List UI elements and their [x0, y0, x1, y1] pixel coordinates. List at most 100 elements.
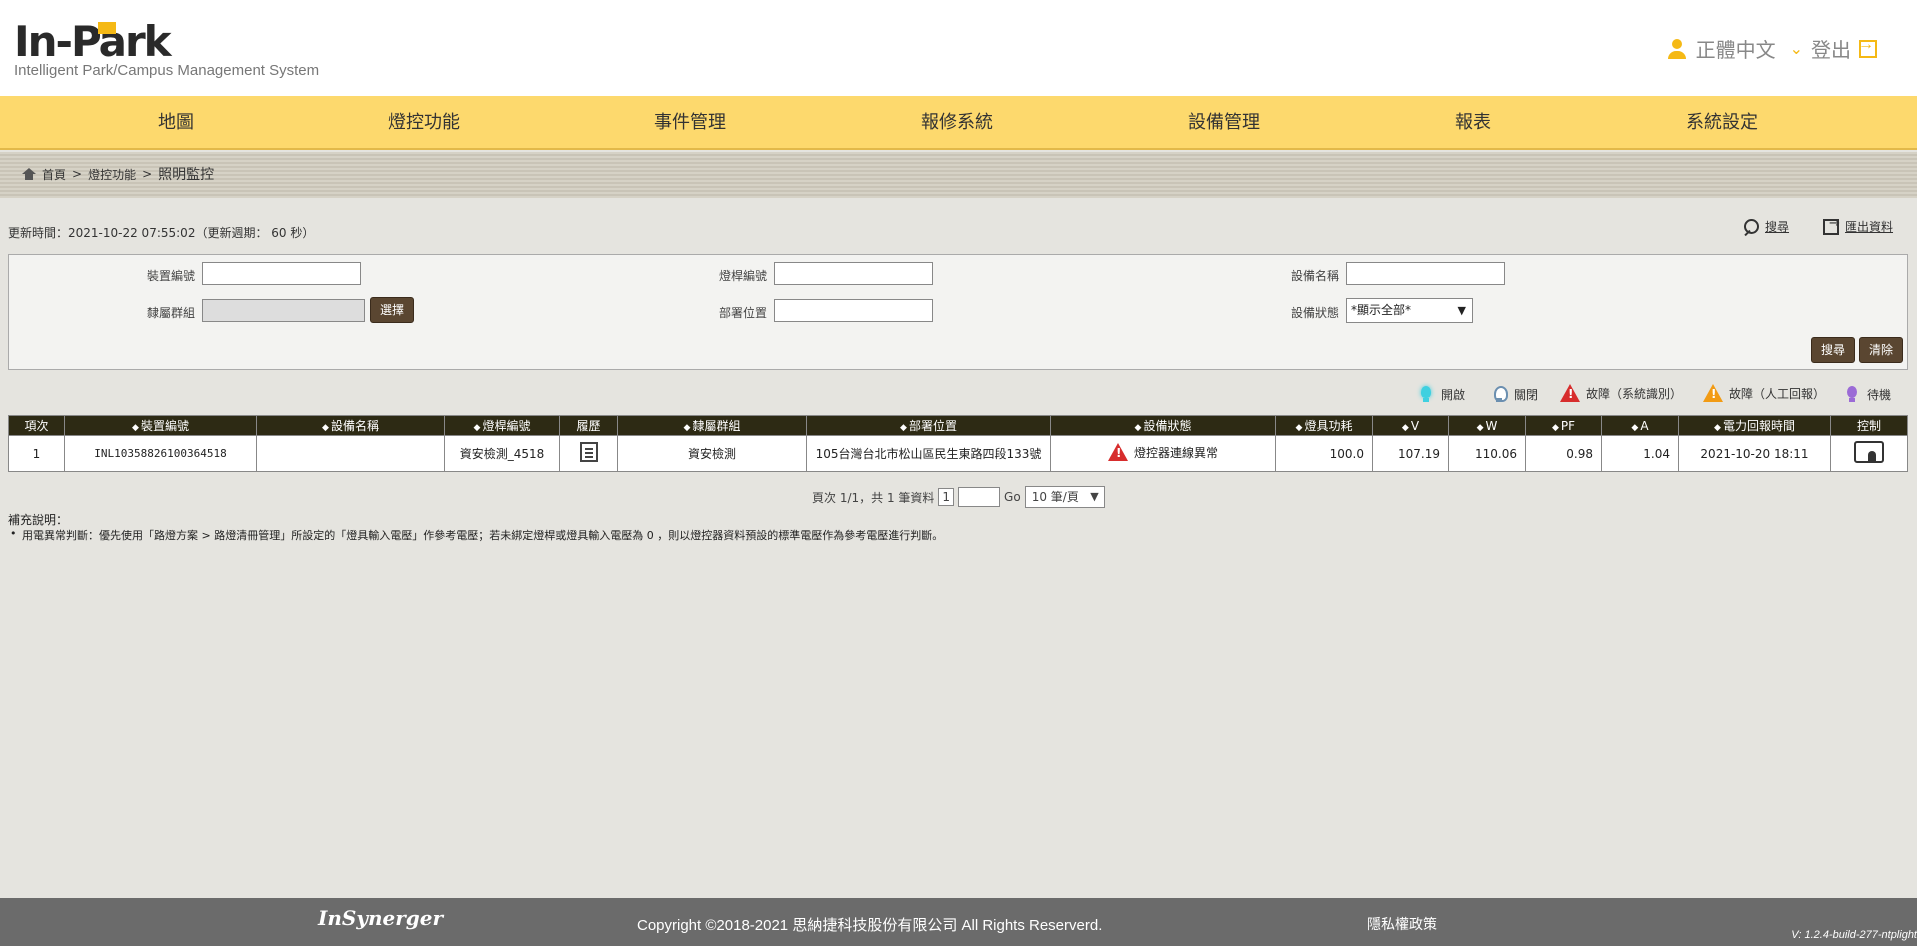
- cell-v: 107.19: [1372, 435, 1449, 472]
- col-v[interactable]: ◆ V: [1372, 415, 1449, 436]
- col-device-name[interactable]: ◆ 設備名稱: [256, 415, 445, 436]
- warning-orange-icon: [1703, 384, 1723, 402]
- select-group-button[interactable]: 選擇: [370, 297, 414, 323]
- chevron-down-icon: ▼: [1457, 304, 1466, 317]
- page-size-select[interactable]: 10 筆/頁 ▼: [1024, 486, 1105, 508]
- col-history: 履歷: [559, 415, 618, 436]
- nav-item-repair[interactable]: 報修系統: [921, 96, 993, 150]
- breadcrumb-separator: >: [142, 167, 153, 181]
- warning-red-icon: [1107, 443, 1128, 461]
- bulb-off-icon: [1490, 384, 1508, 404]
- export-link-label[interactable]: 匯出資料: [1845, 218, 1893, 235]
- page-size-value: 10 筆/頁: [1031, 490, 1079, 504]
- nav-item-devices[interactable]: 設備管理: [1188, 96, 1260, 150]
- document-icon[interactable]: [579, 442, 598, 462]
- legend-fault-manual-label: 故障（人工回報）: [1729, 386, 1826, 401]
- warning-red-icon: [1560, 384, 1580, 402]
- cell-control[interactable]: [1830, 435, 1908, 472]
- search-link-label[interactable]: 搜尋: [1765, 218, 1789, 235]
- logout-link[interactable]: 登出: [1811, 34, 1851, 63]
- language-selector[interactable]: 正體中文: [1696, 34, 1776, 63]
- cell-location: 105台灣台北市松山區民生東路四段133號: [806, 435, 1051, 472]
- legend-fault-system-label: 故障（系統識別）: [1586, 386, 1683, 401]
- search-link[interactable]: 搜尋: [1743, 218, 1789, 235]
- device-name-label: 設備名稱: [1290, 269, 1339, 283]
- cell-device-no: INL10358826100364518: [64, 435, 257, 472]
- chevron-down-icon[interactable]: ⌄: [1790, 39, 1803, 59]
- legend-fault-system: 故障（系統識別）: [1560, 384, 1682, 402]
- pager: 頁次 1/1，共 1 筆資料 1 Go 10 筆/頁 ▼: [812, 486, 1105, 508]
- device-table: 項次 ◆ 裝置編號 ◆ 設備名稱 ◆ 燈桿編號 履歷 ◆ 隸屬群組 ◆ 部署位置 ◆ 設備狀…: [8, 415, 1908, 472]
- nav-item-events[interactable]: 事件管理: [654, 96, 726, 150]
- cell-status: 燈控器連線異常: [1050, 435, 1276, 472]
- nav-item-reports[interactable]: 報表: [1455, 96, 1491, 150]
- table-row: 1 INL10358826100364518 資安檢測_4518 資安檢測 10…: [8, 435, 1908, 472]
- cell-a: 1.04: [1601, 435, 1679, 472]
- breadcrumb-current: 照明監控: [158, 167, 215, 183]
- col-device-no[interactable]: ◆ 裝置編號: [64, 415, 257, 436]
- logo-main: In-Park: [14, 17, 172, 66]
- header: In-Park Intelligent Park/Campus Manageme…: [0, 0, 1917, 96]
- search-button[interactable]: 搜尋: [1811, 337, 1855, 363]
- breadcrumb-separator: >: [72, 167, 83, 181]
- nav-item-map[interactable]: 地圖: [158, 96, 194, 150]
- pole-no-input[interactable]: [774, 262, 933, 285]
- location-input[interactable]: [774, 299, 933, 322]
- pager-goto-input[interactable]: [958, 487, 1001, 507]
- col-control: 控制: [1830, 415, 1908, 436]
- pager-summary: 頁次 1/1，共 1 筆資料: [812, 490, 935, 505]
- pager-current-page[interactable]: 1: [938, 488, 955, 506]
- user-area: 正體中文 ⌄ 登出: [1666, 34, 1877, 63]
- app-logo[interactable]: In-Park Intelligent Park/Campus Manageme…: [14, 17, 319, 80]
- privacy-policy-link[interactable]: 隱私權政策: [1367, 914, 1437, 934]
- col-status[interactable]: ◆ 設備狀態: [1050, 415, 1276, 436]
- col-report-time[interactable]: ◆ 電力回報時間: [1678, 415, 1831, 436]
- control-touch-icon[interactable]: [1854, 441, 1884, 463]
- col-pole-no[interactable]: ◆ 燈桿編號: [444, 415, 560, 436]
- legend-standby: 待機: [1843, 384, 1891, 404]
- breadcrumb-level1[interactable]: 燈控功能: [88, 166, 136, 183]
- version-label: V: 1.2.4-build-277-ntplight: [1791, 929, 1917, 941]
- col-location[interactable]: ◆ 部署位置: [806, 415, 1051, 436]
- col-group[interactable]: ◆ 隸屬群組: [617, 415, 807, 436]
- status-label: 設備狀態: [1290, 306, 1339, 320]
- group-label: 隸屬群組: [146, 306, 195, 320]
- col-w[interactable]: ◆ W: [1448, 415, 1526, 436]
- export-link[interactable]: 匯出資料: [1823, 216, 1893, 235]
- device-no-input[interactable]: [202, 262, 361, 285]
- logout-icon[interactable]: [1858, 36, 1877, 58]
- status-select[interactable]: *顯示全部* ▼: [1346, 298, 1473, 323]
- group-input: [202, 299, 365, 322]
- export-icon[interactable]: [1823, 216, 1840, 235]
- col-pf[interactable]: ◆ PF: [1525, 415, 1602, 436]
- nav-item-settings[interactable]: 系統設定: [1686, 96, 1758, 150]
- footer-copyright: Copyright ©2018-2021 思納捷科技股份有限公司 All Rig…: [637, 917, 1103, 934]
- clear-button[interactable]: 清除: [1859, 337, 1903, 363]
- legend-standby-label: 待機: [1867, 387, 1892, 402]
- status-text: 燈控器連線異常: [1133, 445, 1218, 460]
- cell-history[interactable]: [559, 435, 618, 472]
- device-name-input[interactable]: [1346, 262, 1505, 285]
- cell-group: 資安檢測: [617, 435, 807, 472]
- col-power[interactable]: ◆ 燈具功耗: [1275, 415, 1373, 436]
- cell-index: 1: [8, 435, 65, 472]
- device-no-label: 裝置編號: [146, 269, 195, 283]
- logo-accent-shape: [98, 22, 116, 34]
- cell-power: 100.0: [1275, 435, 1373, 472]
- legend-off-label: 關閉: [1514, 387, 1539, 402]
- user-icon[interactable]: [1666, 38, 1688, 60]
- table-header-row: 項次 ◆ 裝置編號 ◆ 設備名稱 ◆ 燈桿編號 履歷 ◆ 隸屬群組 ◆ 部署位置 ◆ 設備狀…: [8, 415, 1908, 436]
- nav-item-lighting[interactable]: 燈控功能: [388, 96, 460, 150]
- search-panel: 裝置編號 燈桿編號 設備名稱 隸屬群組 選擇 部署位置 設備狀態 *顯示全部* …: [8, 254, 1908, 370]
- breadcrumb-bar: [0, 152, 1917, 198]
- search-icon[interactable]: [1743, 218, 1759, 235]
- col-a[interactable]: ◆ A: [1601, 415, 1679, 436]
- home-icon[interactable]: [22, 168, 36, 180]
- breadcrumb-home[interactable]: 首頁: [42, 166, 66, 183]
- footer: InSynerger Copyright ©2018-2021 思納捷科技股份有…: [0, 898, 1917, 946]
- legend-on: 開啟: [1417, 384, 1465, 404]
- cell-w: 110.06: [1448, 435, 1526, 472]
- cell-device-name: [256, 435, 445, 472]
- pager-go-button[interactable]: Go: [1004, 490, 1021, 504]
- status-select-value: *顯示全部*: [1351, 303, 1412, 317]
